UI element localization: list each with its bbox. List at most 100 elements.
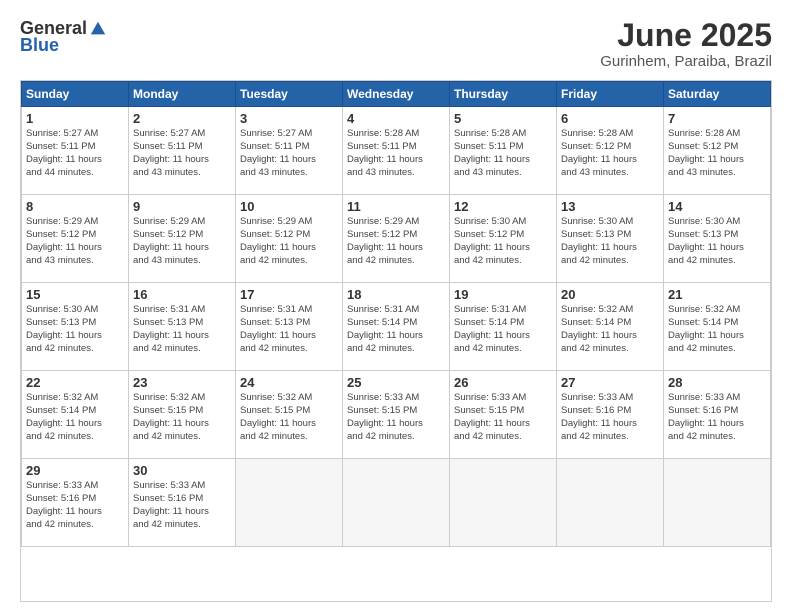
calendar-week-3: 15 Sunrise: 5:30 AM Sunset: 5:13 PM Dayli…: [22, 283, 771, 371]
day-info: Sunrise: 5:33 AM Sunset: 5:16 PM Dayligh…: [668, 392, 766, 443]
day-number: 9: [133, 199, 231, 214]
table-row: 10 Sunrise: 5:29 AM Sunset: 5:12 PM Dayli…: [236, 195, 343, 283]
day-number: 17: [240, 287, 338, 302]
table-row: 18 Sunrise: 5:31 AM Sunset: 5:14 PM Dayli…: [343, 283, 450, 371]
day-number: 11: [347, 199, 445, 214]
col-monday: Monday: [129, 82, 236, 107]
col-wednesday: Wednesday: [343, 82, 450, 107]
table-row: 12 Sunrise: 5:30 AM Sunset: 5:12 PM Dayli…: [450, 195, 557, 283]
table-row: [343, 459, 450, 547]
day-number: 24: [240, 375, 338, 390]
day-number: 8: [26, 199, 124, 214]
day-info: Sunrise: 5:33 AM Sunset: 5:15 PM Dayligh…: [347, 392, 445, 443]
day-number: 13: [561, 199, 659, 214]
day-info: Sunrise: 5:32 AM Sunset: 5:15 PM Dayligh…: [240, 392, 338, 443]
table-row: 15 Sunrise: 5:30 AM Sunset: 5:13 PM Dayli…: [22, 283, 129, 371]
page: General Blue June 2025 Gurinhem, Paraiba…: [0, 0, 792, 612]
logo-icon: [89, 20, 107, 38]
calendar-subtitle: Gurinhem, Paraiba, Brazil: [600, 53, 772, 70]
table-row: 26Sunrise: 5:33 AM Sunset: 5:15 PM Dayli…: [450, 371, 557, 459]
table-row: 2 Sunrise: 5:27 AM Sunset: 5:11 PM Daylig…: [129, 107, 236, 195]
day-info: Sunrise: 5:32 AM Sunset: 5:14 PM Dayligh…: [561, 304, 659, 355]
col-sunday: Sunday: [22, 82, 129, 107]
day-number: 15: [26, 287, 124, 302]
day-number: 3: [240, 111, 338, 126]
day-number: 20: [561, 287, 659, 302]
table-row: [664, 459, 771, 547]
day-info: Sunrise: 5:29 AM Sunset: 5:12 PM Dayligh…: [133, 216, 231, 267]
day-number: 12: [454, 199, 552, 214]
day-number: 29: [26, 463, 124, 478]
day-number: 21: [668, 287, 766, 302]
calendar-week-5: 29 Sunrise: 5:33 AM Sunset: 5:16 PM Dayli…: [22, 459, 771, 547]
table-row: 25 Sunrise: 5:33 AM Sunset: 5:15 PM Dayli…: [343, 371, 450, 459]
table-row: 23Sunrise: 5:32 AM Sunset: 5:15 PM Dayli…: [129, 371, 236, 459]
day-number: 4: [347, 111, 445, 126]
header: General Blue June 2025 Gurinhem, Paraiba…: [20, 18, 772, 70]
day-number: 28: [668, 375, 766, 390]
day-info: Sunrise: 5:30 AM Sunset: 5:13 PM Dayligh…: [26, 304, 124, 355]
table-row: 28 Sunrise: 5:33 AM Sunset: 5:16 PM Dayli…: [664, 371, 771, 459]
day-number: 2: [133, 111, 231, 126]
col-friday: Friday: [557, 82, 664, 107]
day-number: 10: [240, 199, 338, 214]
day-info: Sunrise: 5:31 AM Sunset: 5:14 PM Dayligh…: [454, 304, 552, 355]
day-info: Sunrise: 5:27 AM Sunset: 5:11 PM Dayligh…: [240, 128, 338, 179]
calendar-week-1: 1 Sunrise: 5:27 AM Sunset: 5:11 PM Daylig…: [22, 107, 771, 195]
day-number: 30: [133, 463, 231, 478]
table-row: [236, 459, 343, 547]
day-info: Sunrise: 5:32 AM Sunset: 5:15 PM Dayligh…: [133, 392, 231, 443]
day-info: Sunrise: 5:29 AM Sunset: 5:12 PM Dayligh…: [347, 216, 445, 267]
day-info: Sunrise: 5:28 AM Sunset: 5:12 PM Dayligh…: [561, 128, 659, 179]
table-row: 29 Sunrise: 5:33 AM Sunset: 5:16 PM Dayli…: [22, 459, 129, 547]
table-row: 5 Sunrise: 5:28 AM Sunset: 5:11 PM Daylig…: [450, 107, 557, 195]
logo-blue-text: Blue: [20, 35, 59, 56]
day-info: Sunrise: 5:27 AM Sunset: 5:11 PM Dayligh…: [26, 128, 124, 179]
table-row: 13Sunrise: 5:30 AM Sunset: 5:13 PM Dayli…: [557, 195, 664, 283]
title-block: June 2025 Gurinhem, Paraiba, Brazil: [600, 18, 772, 70]
day-info: Sunrise: 5:27 AM Sunset: 5:11 PM Dayligh…: [133, 128, 231, 179]
table-row: 20 Sunrise: 5:32 AM Sunset: 5:14 PM Dayli…: [557, 283, 664, 371]
day-number: 25: [347, 375, 445, 390]
col-thursday: Thursday: [450, 82, 557, 107]
day-info: Sunrise: 5:31 AM Sunset: 5:13 PM Dayligh…: [240, 304, 338, 355]
day-number: 7: [668, 111, 766, 126]
day-number: 26: [454, 375, 552, 390]
day-info: Sunrise: 5:33 AM Sunset: 5:16 PM Dayligh…: [561, 392, 659, 443]
table-row: 24 Sunrise: 5:32 AM Sunset: 5:15 PM Dayli…: [236, 371, 343, 459]
day-number: 27: [561, 375, 659, 390]
table-row: 22 Sunrise: 5:32 AM Sunset: 5:14 PM Dayli…: [22, 371, 129, 459]
table-row: 30Sunrise: 5:33 AM Sunset: 5:16 PM Dayli…: [129, 459, 236, 547]
table-row: 9 Sunrise: 5:29 AM Sunset: 5:12 PM Daylig…: [129, 195, 236, 283]
day-number: 18: [347, 287, 445, 302]
day-info: Sunrise: 5:28 AM Sunset: 5:11 PM Dayligh…: [347, 128, 445, 179]
table-row: [557, 459, 664, 547]
day-info: Sunrise: 5:28 AM Sunset: 5:11 PM Dayligh…: [454, 128, 552, 179]
col-tuesday: Tuesday: [236, 82, 343, 107]
calendar-week-2: 8 Sunrise: 5:29 AM Sunset: 5:12 PM Daylig…: [22, 195, 771, 283]
table-row: [450, 459, 557, 547]
day-info: Sunrise: 5:30 AM Sunset: 5:13 PM Dayligh…: [668, 216, 766, 267]
day-info: Sunrise: 5:33 AM Sunset: 5:16 PM Dayligh…: [26, 480, 124, 531]
table-row: 8 Sunrise: 5:29 AM Sunset: 5:12 PM Daylig…: [22, 195, 129, 283]
day-number: 6: [561, 111, 659, 126]
table-row: 1 Sunrise: 5:27 AM Sunset: 5:11 PM Daylig…: [22, 107, 129, 195]
day-number: 16: [133, 287, 231, 302]
calendar-week-4: 22 Sunrise: 5:32 AM Sunset: 5:14 PM Dayli…: [22, 371, 771, 459]
day-number: 22: [26, 375, 124, 390]
table-row: 11 Sunrise: 5:29 AM Sunset: 5:12 PM Dayli…: [343, 195, 450, 283]
day-number: 1: [26, 111, 124, 126]
logo: General Blue: [20, 18, 107, 56]
table-row: 27 Sunrise: 5:33 AM Sunset: 5:16 PM Dayli…: [557, 371, 664, 459]
day-info: Sunrise: 5:29 AM Sunset: 5:12 PM Dayligh…: [240, 216, 338, 267]
day-info: Sunrise: 5:30 AM Sunset: 5:12 PM Dayligh…: [454, 216, 552, 267]
day-info: Sunrise: 5:32 AM Sunset: 5:14 PM Dayligh…: [26, 392, 124, 443]
calendar-title: June 2025: [600, 18, 772, 53]
day-number: 14: [668, 199, 766, 214]
table-row: 17 Sunrise: 5:31 AM Sunset: 5:13 PM Dayli…: [236, 283, 343, 371]
day-info: Sunrise: 5:31 AM Sunset: 5:13 PM Dayligh…: [133, 304, 231, 355]
day-info: Sunrise: 5:29 AM Sunset: 5:12 PM Dayligh…: [26, 216, 124, 267]
day-number: 5: [454, 111, 552, 126]
day-info: Sunrise: 5:31 AM Sunset: 5:14 PM Dayligh…: [347, 304, 445, 355]
table-row: 7Sunrise: 5:28 AM Sunset: 5:12 PM Daylig…: [664, 107, 771, 195]
